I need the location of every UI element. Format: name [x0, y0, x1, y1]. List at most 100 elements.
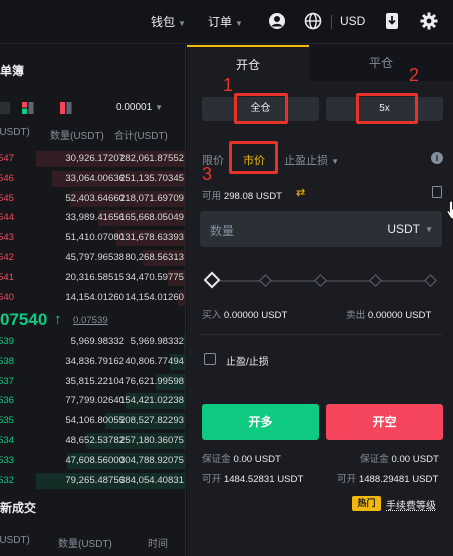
buy-amount: 买入 0.00000 USDT	[202, 307, 287, 321]
ask-row[interactable]: 543 51,410.07080131,678.63393	[0, 229, 185, 247]
row-amount: 35,815.22104	[65, 375, 124, 387]
ask-row[interactable]: 546 33,064.00636251,135.70345	[0, 170, 185, 188]
bid-row[interactable]: 535 54,106.80055208,527.82293	[0, 412, 185, 430]
row-price: 536	[0, 395, 15, 407]
row-amount: 5,969.98332	[70, 336, 124, 347]
available-balance: 可用 298.08 USDT	[202, 188, 282, 202]
quantity-input[interactable]: 数量 USDT ▼	[200, 211, 442, 247]
row-amount: 79,265.48756	[65, 474, 124, 486]
row-total: 76,621.99598	[125, 375, 184, 387]
bid-row[interactable]: 539 5,969.98332 5,969.98332	[0, 333, 185, 351]
order-type-stop[interactable]: 止盈止损	[284, 155, 328, 167]
mark-price[interactable]: 0.07539	[73, 315, 108, 326]
max-open-long-label: 可开	[202, 474, 222, 485]
slider-step-75[interactable]	[369, 274, 382, 287]
margin-long: 保证金 0.00 USDT	[202, 451, 281, 465]
open-long-button[interactable]: 开多	[202, 404, 319, 440]
bid-row[interactable]: 537 35,815.2210476,621.99598	[0, 373, 185, 391]
ask-row[interactable]: 541 20,316.5851534,470.59775	[0, 269, 185, 287]
margin-short: 保证金 0.00 USDT	[360, 451, 439, 465]
amount-slider[interactable]	[203, 271, 437, 289]
bid-row[interactable]: 534 48,652.53782257,180.36075	[0, 432, 185, 450]
gear-icon[interactable]	[420, 12, 438, 30]
tab-open-position[interactable]: 开仓	[187, 45, 309, 81]
ask-row[interactable]: 542 45,797.9653880,268.56313	[0, 249, 185, 267]
chevron-down-icon: ▼	[155, 103, 164, 112]
bid-row[interactable]: 532 79,265.48756384,054.40831	[0, 472, 185, 490]
precision-value: 0.00001	[116, 102, 153, 113]
quantity-unit[interactable]: USDT	[387, 222, 420, 236]
recent-trades-title: 新成交	[0, 501, 37, 515]
tab-close-position[interactable]: 平仓	[309, 45, 453, 81]
max-open-short-value: 1488.29481 USDT	[358, 474, 439, 485]
row-amount: 14,154.01260	[65, 291, 124, 303]
highlight-box-2	[356, 93, 418, 124]
row-price: 538	[0, 355, 15, 367]
ask-row[interactable]: 547 30,926.17207282,061.87552	[0, 150, 185, 168]
buy-amount-label: 买入	[202, 310, 222, 321]
sell-amount-label: 卖出	[346, 310, 366, 321]
slider-step-100[interactable]	[424, 274, 437, 287]
ask-row[interactable]: 540 14,154.0126014,154.01260	[0, 289, 185, 307]
order-type-limit[interactable]: 限价	[202, 155, 224, 167]
trade-panel: 开仓 平仓 全仓 5x 1 2 3 限价 止盈止损 ▼ 市价 i 可用 298.0…	[187, 45, 453, 556]
orders-menu-label: 订单	[208, 15, 233, 29]
chevron-down-icon: ▼	[331, 157, 339, 166]
info-icon[interactable]: i	[431, 152, 443, 164]
order-type-market[interactable]: 市价	[243, 152, 265, 168]
chevron-down-icon: ▼	[425, 225, 433, 234]
row-price: 546	[0, 172, 15, 184]
row-total: 208,527.82293	[119, 415, 184, 427]
slider-step-50[interactable]	[314, 274, 327, 287]
tpsl-checkbox[interactable]	[204, 353, 216, 365]
depth-bar	[184, 334, 185, 350]
slider-handle[interactable]	[203, 271, 221, 289]
book-layout-toggle[interactable]	[0, 101, 90, 115]
callout-number-2: 2	[409, 65, 420, 85]
row-price: 535	[0, 415, 15, 427]
trades-header-time: 时间	[148, 539, 168, 550]
bid-row[interactable]: 533 47,608.56000304,788.92075	[0, 452, 185, 470]
trades-header-price: (USDT)	[0, 535, 30, 546]
ask-row[interactable]: 545 52,403.64660218,071.69709	[0, 190, 185, 208]
row-total: 282,061.87552	[119, 153, 184, 164]
row-amount: 34,836.79162	[65, 355, 124, 367]
wallet-menu[interactable]: 钱包 ▼	[151, 13, 186, 30]
calculator-icon[interactable]	[432, 186, 442, 198]
tpsl-label[interactable]: 止盈/止损	[226, 353, 269, 368]
orders-menu[interactable]: 订单 ▼	[208, 13, 243, 30]
row-amount: 51,410.07080	[65, 232, 124, 244]
divider	[200, 334, 442, 335]
column-header-price: (USDT)	[0, 127, 30, 138]
row-price: 540	[0, 291, 15, 303]
margin-long-value: 0.00 USDT	[233, 454, 281, 465]
bid-row[interactable]: 536 77,799.02640154,421.02238	[0, 392, 185, 410]
row-amount: 33,064.00636	[65, 172, 124, 184]
globe-icon[interactable]	[304, 12, 322, 30]
max-open-short-label: 可开	[337, 474, 357, 485]
chevron-down-icon: ▼	[178, 19, 186, 28]
margin-long-label: 保证金	[202, 454, 231, 465]
column-header-amount: 数量(USDT)	[50, 131, 104, 142]
row-amount: 77,799.02640	[65, 395, 124, 407]
top-navigation: 钱包 ▼ 订单 ▼ USD	[0, 0, 453, 44]
precision-selector[interactable]: 0.00001 ▼	[116, 102, 163, 113]
row-total: 34,470.59775	[125, 271, 184, 283]
row-total: 131,678.63393	[119, 232, 184, 244]
bid-row[interactable]: 538 34,836.7916240,806.77494	[0, 353, 185, 371]
hand-cursor-icon	[446, 200, 453, 220]
open-short-button[interactable]: 开空	[326, 404, 443, 440]
transfer-icon[interactable]: ⇄	[296, 186, 305, 199]
row-price: 545	[0, 192, 15, 204]
row-price: 533	[0, 454, 15, 466]
slider-step-25[interactable]	[259, 274, 272, 287]
ask-row[interactable]: 544 33,989.41656165,668.05049	[0, 209, 185, 227]
currency-selector[interactable]: USD	[340, 14, 365, 28]
row-total: 5,969.98332	[130, 336, 184, 347]
sell-amount-value: 0.00000 USDT	[367, 310, 432, 321]
wallet-menu-label: 钱包	[151, 15, 176, 29]
account-icon[interactable]	[268, 12, 286, 30]
download-icon[interactable]	[383, 12, 401, 30]
row-price: 534	[0, 435, 15, 446]
fee-tier-link[interactable]: 手续费等级	[386, 497, 436, 512]
